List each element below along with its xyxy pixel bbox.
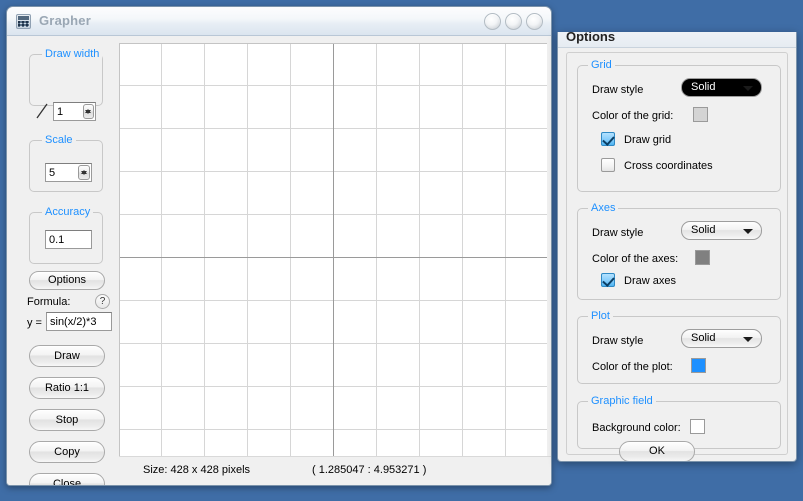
grapher-window: Grapher Draw width Scale Accu <box>6 6 552 486</box>
plot-draw-style-label: Draw style <box>592 335 644 347</box>
status-size-text: Size: 428 x 428 pixels <box>143 464 251 476</box>
accuracy-input[interactable] <box>45 230 92 249</box>
chevron-down-icon <box>743 86 753 91</box>
axes-color-label: Color of the axes: <box>592 253 679 265</box>
axes-group-title: Axes <box>588 202 619 214</box>
draw-width-spinner[interactable] <box>53 102 96 121</box>
gridline-vertical <box>505 44 506 458</box>
background-color-label: Background color: <box>592 422 681 434</box>
gridline-vertical <box>161 44 162 458</box>
options-title-text: Options <box>566 32 616 44</box>
options-dialog: Options Grid Draw style Solid Color of t… <box>557 32 797 462</box>
titlebar-button-group <box>484 13 543 30</box>
gridline-vertical <box>247 44 248 458</box>
gridline-vertical <box>204 44 205 458</box>
ok-button[interactable]: OK <box>619 441 695 461</box>
scale-label: Scale <box>42 134 76 146</box>
grid-group-title: Grid <box>588 59 615 71</box>
graph-canvas[interactable] <box>119 43 547 458</box>
graph-container <box>119 40 551 459</box>
chevron-down-icon <box>743 337 753 342</box>
scale-spinner[interactable] <box>45 163 92 182</box>
gridline-vertical <box>462 44 463 458</box>
y-axis <box>333 44 334 458</box>
ratio-button[interactable]: Ratio 1:1 <box>29 377 105 399</box>
minimize-button[interactable] <box>484 13 501 30</box>
formula-input[interactable] <box>46 312 112 331</box>
grid-group: Grid Draw style Solid Color of the grid:… <box>577 59 781 192</box>
formula-prefix: y = <box>27 317 42 329</box>
draw-width-label: Draw width <box>42 48 103 60</box>
draw-button[interactable]: Draw <box>29 345 105 367</box>
grid-color-swatch[interactable] <box>693 107 708 122</box>
plot-group: Plot Draw style Solid Color of the plot: <box>577 310 781 384</box>
draw-grid-checkbox[interactable] <box>601 132 615 146</box>
options-titlebar[interactable]: Options <box>558 32 796 48</box>
draw-axes-checkbox[interactable] <box>601 273 615 287</box>
plot-draw-style-select[interactable]: Solid <box>681 329 762 348</box>
window-title: Grapher <box>39 13 91 28</box>
help-icon[interactable]: ? <box>95 294 110 309</box>
grid-draw-style-select[interactable]: Solid <box>681 78 762 97</box>
chevron-down-icon <box>743 229 753 234</box>
draw-width-stepper[interactable] <box>82 104 94 119</box>
draw-axes-label: Draw axes <box>624 275 676 287</box>
copy-button[interactable]: Copy <box>29 441 105 463</box>
axes-draw-style-value: Solid <box>691 224 716 236</box>
axes-color-swatch[interactable] <box>695 250 710 265</box>
gridline-vertical <box>419 44 420 458</box>
grid-color-label: Color of the grid: <box>592 110 674 122</box>
close-button[interactable] <box>526 13 543 30</box>
line-width-icon <box>36 103 48 119</box>
background-color-swatch[interactable] <box>690 419 705 434</box>
main-titlebar[interactable]: Grapher <box>7 7 551 36</box>
accuracy-label: Accuracy <box>42 206 94 218</box>
plot-group-title: Plot <box>588 310 613 322</box>
plot-draw-style-value: Solid <box>691 332 716 344</box>
calculator-icon <box>16 14 31 29</box>
cross-coordinates-label: Cross coordinates <box>624 160 713 172</box>
axes-group: Axes Draw style Solid Color of the axes:… <box>577 202 781 300</box>
stop-button[interactable]: Stop <box>29 409 105 431</box>
plot-color-swatch[interactable] <box>691 358 706 373</box>
status-bar: Size: 428 x 428 pixels ( 1.285047 : 4.95… <box>119 456 551 485</box>
scale-input[interactable] <box>46 164 79 181</box>
x-axis <box>120 257 547 258</box>
maximize-button[interactable] <box>505 13 522 30</box>
scale-stepper[interactable] <box>78 165 90 180</box>
status-coordinates-text: ( 1.285047 : 4.953271 ) <box>312 464 427 476</box>
options-content: Grid Draw style Solid Color of the grid:… <box>566 52 788 461</box>
axes-draw-style-label: Draw style <box>592 227 644 239</box>
graphic-field-group-title: Graphic field <box>588 395 656 407</box>
draw-width-group: Draw width <box>29 48 103 106</box>
tool-panel: Draw width Scale Accuracy Options Formul… <box>7 36 119 485</box>
options-button[interactable]: Options <box>29 271 105 290</box>
gridline-vertical <box>376 44 377 458</box>
draw-grid-label: Draw grid <box>624 134 672 146</box>
cross-coordinates-checkbox[interactable] <box>601 158 615 172</box>
draw-width-input[interactable] <box>54 103 83 120</box>
grid-draw-style-value: Solid <box>691 81 716 93</box>
grid-draw-style-label: Draw style <box>592 84 644 96</box>
plot-color-label: Color of the plot: <box>592 361 673 373</box>
axes-draw-style-select[interactable]: Solid <box>681 221 762 240</box>
close-action-button[interactable]: Close <box>29 473 105 485</box>
gridline-vertical <box>290 44 291 458</box>
formula-label: Formula: <box>27 296 71 308</box>
